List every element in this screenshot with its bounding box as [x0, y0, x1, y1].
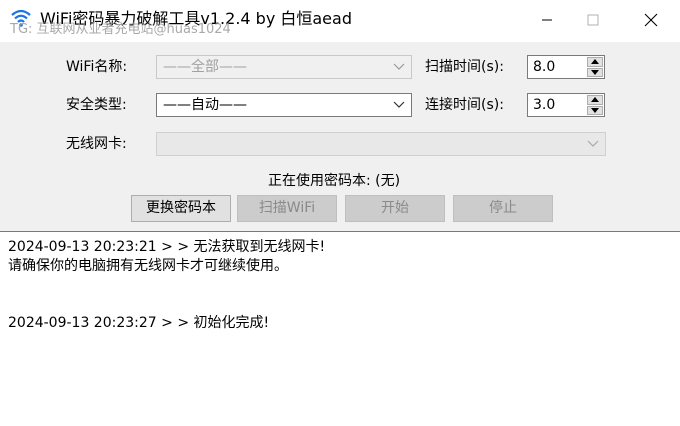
wireless-card-select[interactable]: [156, 132, 606, 156]
app-window: WiFi密码暴力破解工具v1.2.4 by 白恒aead TG: 互联网从业者充…: [0, 0, 680, 426]
wireless-card-label: 无线网卡:: [66, 136, 127, 152]
chevron-down-icon: [393, 63, 405, 70]
log-output[interactable]: 2024-09-13 20:23:21 > > 无法获取到无线网卡! 请确保你的…: [0, 231, 680, 426]
maximize-button[interactable]: [570, 0, 616, 40]
spin-down-icon: [591, 69, 599, 75]
stop-button[interactable]: 停止: [453, 195, 553, 222]
wifi-name-value: ——全部——: [163, 59, 247, 75]
spin-down-icon: [591, 107, 599, 113]
close-icon: [644, 13, 658, 27]
start-button[interactable]: 开始: [345, 195, 445, 222]
connect-time-spinbox[interactable]: 3.0: [527, 93, 605, 117]
scan-time-label: 扫描时间(s):: [425, 59, 504, 75]
wifi-name-select[interactable]: ——全部——: [156, 55, 412, 79]
scan-time-spinbox[interactable]: 8.0: [527, 55, 605, 79]
close-button[interactable]: [628, 0, 674, 40]
log-line: 2024-09-13 20:23:21 > > 无法获取到无线网卡!: [8, 239, 326, 255]
spin-up-icon: [591, 97, 599, 103]
title-bar[interactable]: WiFi密码暴力破解工具v1.2.4 by 白恒aead TG: 互联网从业者充…: [0, 0, 680, 42]
minimize-icon: [542, 19, 552, 21]
scan-time-up-button[interactable]: [587, 57, 603, 67]
scan-time-down-button[interactable]: [587, 67, 603, 77]
minimize-button[interactable]: [524, 0, 570, 40]
dictionary-status: 正在使用密码本: (无): [268, 173, 401, 189]
log-line: 2024-09-13 20:23:27 > > 初始化完成!: [8, 315, 270, 331]
scan-wifi-button[interactable]: 扫描WiFi: [237, 195, 337, 222]
connect-time-up-button[interactable]: [587, 95, 603, 105]
watermark-text: TG: 互联网从业者充电站@huas1024: [10, 22, 231, 37]
log-line: 请确保你的电脑拥有无线网卡才可继续使用。: [8, 258, 288, 274]
wifi-name-label: WiFi名称:: [66, 59, 128, 75]
chevron-down-icon: [393, 101, 405, 108]
change-dictionary-button[interactable]: 更换密码本: [131, 195, 231, 222]
maximize-icon: [587, 14, 599, 26]
connect-time-down-button[interactable]: [587, 105, 603, 115]
chevron-down-icon: [587, 140, 599, 147]
scan-time-spin-buttons: [587, 57, 603, 77]
spin-up-icon: [591, 59, 599, 65]
security-type-value: ——自动——: [163, 97, 247, 113]
security-type-label: 安全类型:: [66, 97, 127, 113]
connect-time-value: 3.0: [533, 97, 556, 113]
connect-time-label: 连接时间(s):: [425, 97, 504, 113]
scan-time-value: 8.0: [533, 59, 556, 75]
security-type-select[interactable]: ——自动——: [156, 93, 412, 117]
connect-time-spin-buttons: [587, 95, 603, 115]
